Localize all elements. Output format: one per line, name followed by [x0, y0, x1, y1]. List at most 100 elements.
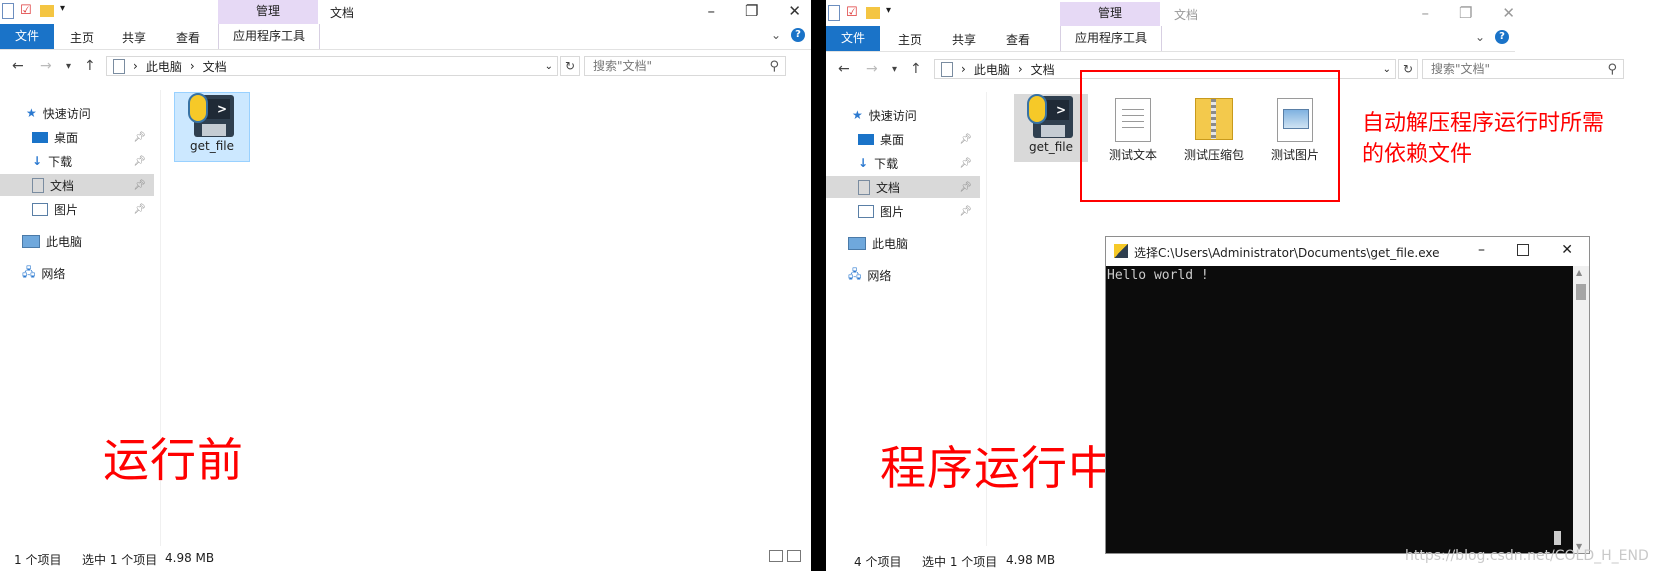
close-icon[interactable]: ✕ [788, 2, 801, 20]
nav-pictures[interactable]: 图片 📌︎ [858, 200, 980, 222]
nav-desktop[interactable]: 桌面 📌︎ [32, 126, 154, 148]
breadcrumb-this-pc[interactable]: 此电脑 [974, 61, 1010, 78]
pin-icon[interactable]: 📌︎ [959, 134, 972, 145]
tab-home[interactable]: 主页 [70, 29, 94, 46]
restore-icon[interactable]: ❐ [1459, 4, 1472, 22]
properties-icon[interactable] [828, 5, 840, 21]
back-arrow-icon[interactable]: ← [12, 58, 24, 74]
tab-view[interactable]: 查看 [1006, 31, 1030, 48]
console-output[interactable]: Hello world ! [1106, 266, 1573, 553]
python-exe-icon: > [1027, 94, 1075, 140]
selected-count: 选中 1 个项目 [922, 555, 998, 569]
new-folder-icon[interactable] [40, 5, 54, 17]
tab-home[interactable]: 主页 [898, 31, 922, 48]
window-controls: – ❐ ✕ [1421, 4, 1515, 22]
up-arrow-icon[interactable]: ↑ [910, 61, 922, 77]
computer-icon [22, 234, 40, 248]
minimize-icon[interactable]: – [707, 2, 715, 20]
view-toggle [769, 550, 801, 562]
forward-arrow-icon[interactable]: → [866, 61, 878, 77]
nav-label: 快速访问 [868, 108, 917, 123]
window-title: 文档 [1174, 8, 1199, 22]
refresh-icon[interactable]: ↻ [560, 56, 580, 76]
tab-app-tools[interactable]: 应用程序工具 [1060, 26, 1162, 51]
nav-pictures[interactable]: 图片 📌︎ [32, 198, 154, 220]
nav-this-pc[interactable]: 此电脑 [22, 230, 82, 252]
nav-downloads[interactable]: ↓ 下载 📌︎ [32, 150, 154, 172]
file-name: get_file [1029, 140, 1073, 154]
manage-context-tab[interactable]: 管理 [218, 0, 318, 24]
pin-icon[interactable]: 📌︎ [959, 158, 972, 169]
refresh-icon[interactable]: ↻ [1398, 59, 1418, 79]
chevron-down-icon[interactable]: ▾ [886, 5, 900, 21]
breadcrumb-this-pc[interactable]: 此电脑 [146, 58, 182, 75]
download-arrow-icon: ↓ [858, 156, 869, 170]
nav-this-pc[interactable]: 此电脑 [848, 232, 908, 254]
nav-quick-access[interactable]: ★ 快速访问 [26, 102, 91, 124]
breadcrumb-documents[interactable]: 文档 [203, 58, 227, 75]
nav-label: 图片 [54, 202, 79, 217]
scroll-thumb[interactable] [1576, 284, 1586, 300]
address-bar[interactable]: › 此电脑 › 文档 ⌄ [106, 56, 558, 76]
scroll-up-icon[interactable]: ▲ [1576, 268, 1582, 277]
search-input[interactable]: 搜索"文档" ⚲ [1422, 59, 1624, 79]
search-placeholder: 搜索"文档" [593, 59, 653, 73]
expand-ribbon-icon[interactable]: ⌄ [771, 28, 781, 42]
pin-icon[interactable]: 📌︎ [133, 204, 146, 215]
details-view-icon[interactable] [769, 550, 783, 562]
new-folder-icon[interactable] [866, 7, 880, 19]
nav-documents[interactable]: 文档 📌︎ [0, 174, 154, 196]
back-arrow-icon[interactable]: ← [838, 61, 850, 77]
up-arrow-icon[interactable]: ↑ [84, 58, 96, 74]
properties-icon[interactable] [2, 3, 14, 19]
recent-dropdown-icon[interactable]: ▾ [892, 64, 897, 75]
nav-downloads[interactable]: ↓ 下载 📌︎ [858, 152, 980, 174]
address-dropdown-icon[interactable]: ⌄ [545, 61, 553, 72]
expand-ribbon-icon[interactable]: ⌄ [1475, 30, 1485, 44]
nav-quick-access[interactable]: ★ 快速访问 [852, 104, 917, 126]
large-icons-view-icon[interactable] [787, 550, 801, 562]
nav-desktop[interactable]: 桌面 📌︎ [858, 128, 980, 150]
pin-icon[interactable]: 📌︎ [133, 180, 146, 191]
minimize-icon[interactable]: – [1478, 242, 1485, 258]
quick-access-toolbar: ☑ ▾ [2, 3, 74, 19]
nav-documents[interactable]: 文档 📌︎ [826, 176, 980, 198]
tab-file[interactable]: 文件 [826, 26, 880, 51]
pin-icon[interactable]: 📌︎ [133, 132, 146, 143]
recent-dropdown-icon[interactable]: ▾ [66, 61, 71, 72]
annotation-line: 自动解压程序运行时所需 [1362, 111, 1605, 136]
manage-context-tab[interactable]: 管理 [1060, 2, 1160, 26]
tab-share[interactable]: 共享 [952, 31, 976, 48]
pin-icon[interactable]: 📌︎ [959, 182, 972, 193]
restore-icon[interactable]: ❐ [745, 2, 758, 20]
close-icon[interactable]: ✕ [1561, 242, 1573, 258]
tab-view[interactable]: 查看 [176, 29, 200, 46]
tab-file[interactable]: 文件 [0, 24, 54, 49]
minimize-icon[interactable]: – [1421, 4, 1429, 22]
help-icon[interactable]: ? [791, 28, 805, 42]
annotation-before-run: 运行前 [103, 433, 244, 487]
nav-network[interactable]: 🖧︎ 网络 [848, 264, 891, 286]
tab-app-tools[interactable]: 应用程序工具 [218, 24, 320, 49]
file-item-get-file[interactable]: > get_file [174, 92, 250, 162]
console-scrollbar[interactable]: ▲ ▼ [1573, 266, 1589, 553]
tab-share[interactable]: 共享 [122, 29, 146, 46]
chevron-down-icon[interactable]: ▾ [60, 3, 74, 19]
forward-arrow-icon[interactable]: → [40, 58, 52, 74]
file-item-get-file[interactable]: > get_file [1014, 94, 1088, 162]
help-icon[interactable]: ? [1495, 30, 1509, 44]
close-icon[interactable]: ✕ [1502, 4, 1515, 22]
title-bar: ☑ ▾ 管理 文档 – ❐ ✕ [0, 0, 811, 24]
maximize-icon[interactable] [1517, 244, 1529, 256]
checkmark-icon[interactable]: ☑ [846, 5, 860, 21]
search-input[interactable]: 搜索"文档" ⚲ [584, 56, 786, 76]
nav-network[interactable]: 🖧︎ 网络 [22, 262, 65, 284]
pin-icon[interactable]: 📌︎ [959, 206, 972, 217]
breadcrumb-documents[interactable]: 文档 [1031, 61, 1055, 78]
annotation-running: 程序运行中 [880, 441, 1115, 495]
quick-access-toolbar: ☑ ▾ [828, 5, 900, 21]
pin-icon[interactable]: 📌︎ [133, 156, 146, 167]
pictures-icon [858, 204, 874, 218]
address-dropdown-icon[interactable]: ⌄ [1383, 64, 1391, 75]
checkmark-icon[interactable]: ☑ [20, 3, 34, 19]
